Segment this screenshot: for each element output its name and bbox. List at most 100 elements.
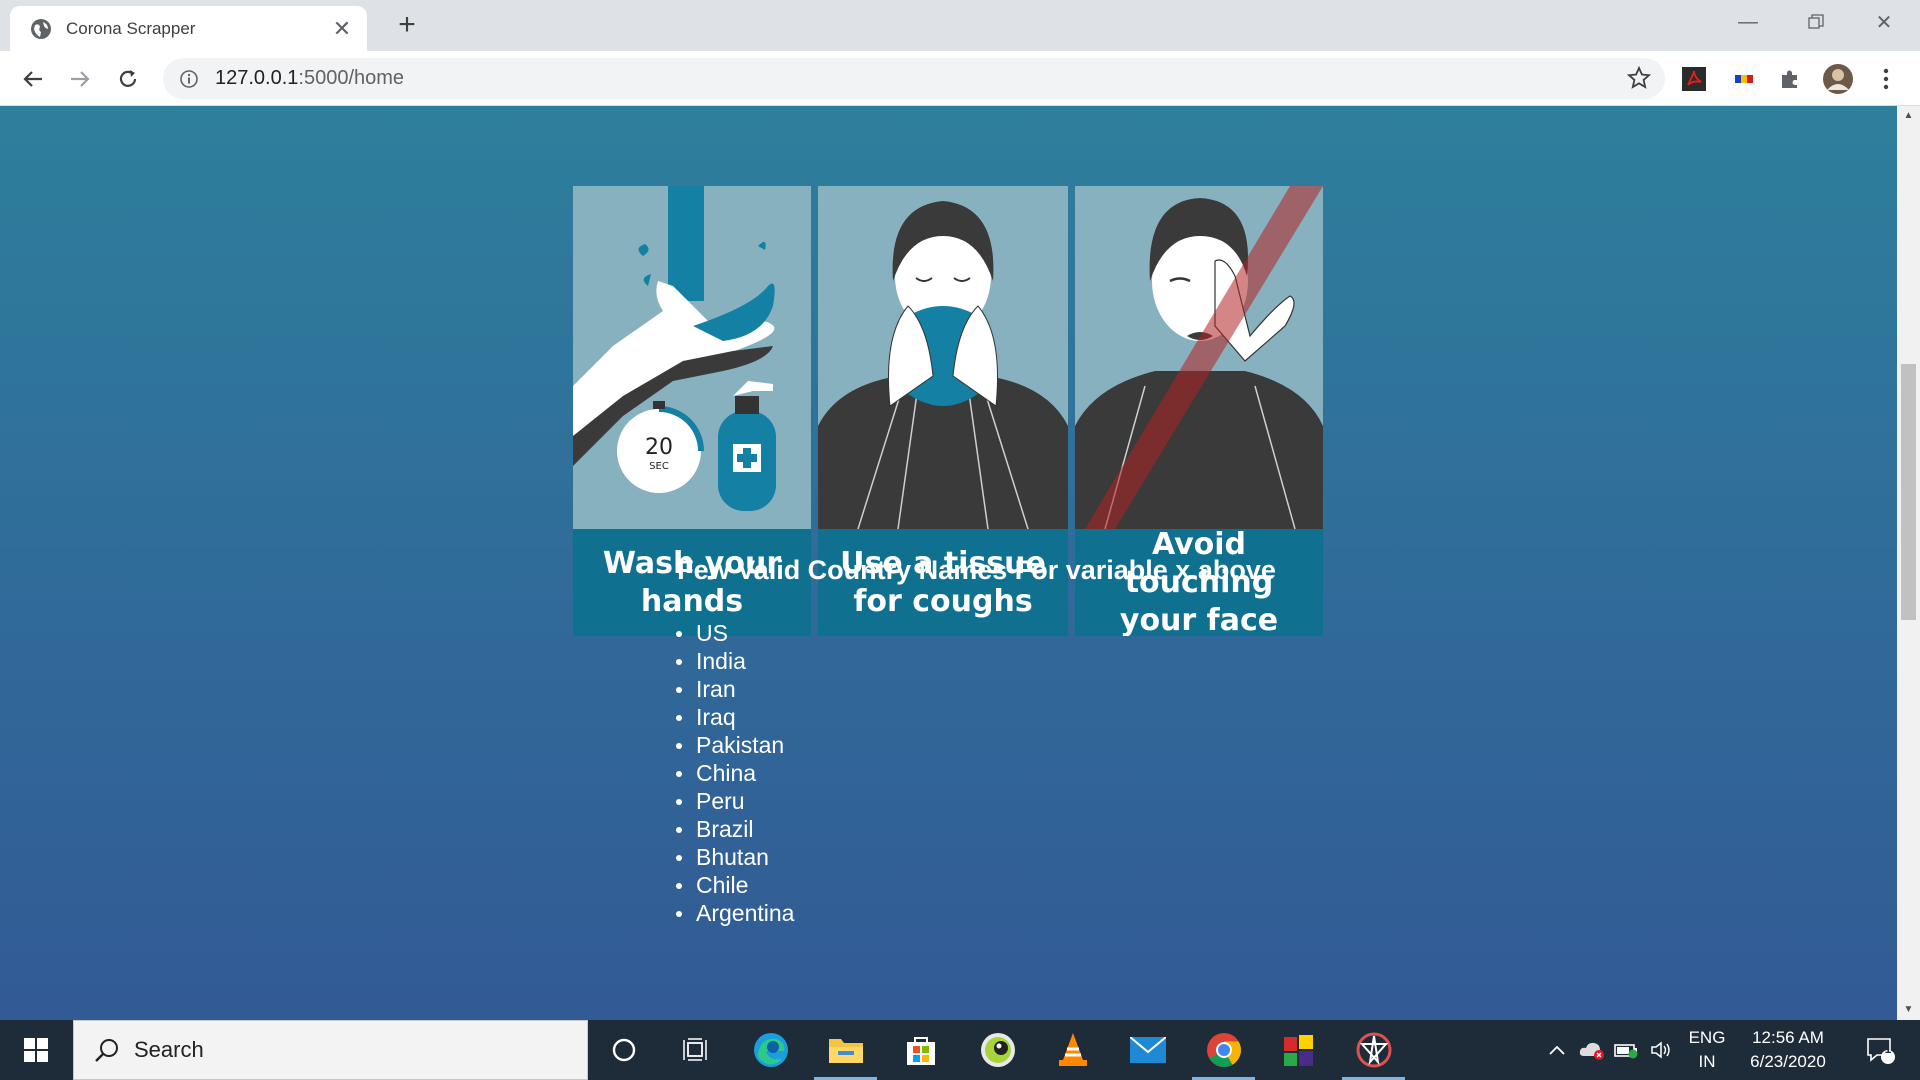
onedrive-tray-icon[interactable] xyxy=(1578,1020,1606,1080)
pdf-extension-icon[interactable] xyxy=(1678,63,1710,95)
speaker-icon xyxy=(1651,1041,1670,1059)
clock-time: 12:56 AM xyxy=(1752,1028,1824,1047)
tissue-illustration xyxy=(818,186,1068,530)
input-language-indicator[interactable]: ENG IN xyxy=(1682,1026,1732,1074)
caption-line: hands xyxy=(640,583,744,619)
battery-charging-icon xyxy=(1614,1044,1638,1059)
windows-logo-icon xyxy=(24,1038,48,1062)
system-clock[interactable]: 12:56 AM 6/23/2020 xyxy=(1733,1026,1843,1074)
battery-tray-icon[interactable] xyxy=(1613,1020,1641,1080)
chrome-taskbar-button[interactable] xyxy=(1186,1020,1261,1080)
task-view-button[interactable] xyxy=(658,1020,733,1080)
extensions-button[interactable] xyxy=(1774,63,1806,95)
page-heading: Few Valid Country Names For variable x a… xyxy=(0,555,1897,586)
search-placeholder: Search xyxy=(134,1037,204,1062)
kebab-menu-icon xyxy=(1883,68,1889,90)
windows-taskbar: Search ENG IN 12:56 AM 6/23/2020 1 xyxy=(0,1020,1920,1080)
flag-icon xyxy=(1735,75,1753,83)
cloud-error-icon xyxy=(1579,1042,1604,1060)
app-taskbar-button[interactable] xyxy=(960,1020,1035,1080)
list-item: Brazil xyxy=(676,815,794,843)
country-list: US India Iran Iraq Pakistan China Peru B… xyxy=(676,619,794,927)
show-hidden-icons-button[interactable] xyxy=(1545,1020,1569,1080)
globe-icon xyxy=(31,18,51,39)
wash-hands-illustration: 20 SEC xyxy=(573,186,811,529)
menu-button[interactable] xyxy=(1870,63,1902,95)
browser-tab[interactable]: Corona Scrapper ✕ xyxy=(10,6,367,51)
minimize-button[interactable]: — xyxy=(1714,0,1782,44)
tab-close-icon[interactable]: ✕ xyxy=(329,16,355,42)
volume-tray-icon[interactable] xyxy=(1648,1020,1676,1080)
scroll-up-icon[interactable]: ▲ xyxy=(1897,106,1920,126)
close-window-button[interactable]: ✕ xyxy=(1850,0,1918,44)
app-taskbar-button[interactable] xyxy=(1261,1020,1336,1080)
cortana-button[interactable] xyxy=(586,1020,661,1080)
list-item: Peru xyxy=(676,787,794,815)
file-explorer-taskbar-button[interactable] xyxy=(808,1020,883,1080)
scroll-down-icon[interactable]: ▼ xyxy=(1897,1000,1920,1020)
list-item: Argentina xyxy=(676,899,794,927)
list-item: Iraq xyxy=(676,703,794,731)
new-tab-button[interactable]: + xyxy=(390,8,424,42)
timer-unit: SEC xyxy=(649,461,669,472)
mail-taskbar-button[interactable] xyxy=(1110,1020,1185,1080)
mail-icon xyxy=(1129,1037,1166,1063)
timer-value: 20 xyxy=(645,435,673,460)
list-item: Pakistan xyxy=(676,731,794,759)
notification-count: 1 xyxy=(1884,1042,1892,1056)
page-viewport: 20 SEC Wash your hands Use a tissue for … xyxy=(0,106,1897,1020)
search-icon xyxy=(95,1039,118,1062)
edge-taskbar-button[interactable] xyxy=(733,1020,808,1080)
heading-text: Few Valid Country Names For variable x a… xyxy=(677,555,1276,585)
forward-button[interactable] xyxy=(63,62,97,96)
chevron-up-icon xyxy=(1549,1045,1565,1055)
colorful-app-icon xyxy=(1283,1035,1313,1066)
region-code: IN xyxy=(1698,1052,1716,1071)
edge-icon xyxy=(753,1033,788,1067)
tab-title: Corona Scrapper xyxy=(66,18,196,38)
reload-button[interactable] xyxy=(111,62,145,96)
arrow-left-icon xyxy=(23,71,42,87)
restore-button[interactable] xyxy=(1782,0,1850,44)
back-button[interactable] xyxy=(16,62,50,96)
scrollbar-thumb[interactable] xyxy=(1901,364,1916,620)
action-center-button[interactable]: 1 xyxy=(1854,1020,1906,1080)
task-view-icon xyxy=(682,1038,707,1061)
bookmark-star-icon[interactable] xyxy=(1627,66,1651,90)
restore-icon xyxy=(1808,14,1824,29)
chrome-icon xyxy=(1206,1033,1241,1067)
flag-extension-icon[interactable] xyxy=(1728,63,1760,95)
handwash-icon: 20 SEC xyxy=(573,186,776,511)
person-face-icon xyxy=(1075,186,1323,530)
tab-strip: Corona Scrapper ✕ + — ✕ xyxy=(0,0,1920,51)
profile-avatar[interactable] xyxy=(1822,63,1854,95)
person-tissue-icon xyxy=(818,201,1068,530)
vlc-taskbar-button[interactable] xyxy=(1035,1020,1110,1080)
puzzle-icon xyxy=(1782,70,1797,88)
start-button[interactable] xyxy=(0,1020,72,1080)
avatar-icon xyxy=(1823,64,1853,94)
green-app-icon xyxy=(980,1033,1015,1067)
info-icon xyxy=(180,69,198,88)
url-text: 127.0.0.1:5000/home xyxy=(215,67,404,90)
taskbar-search-box[interactable]: Search xyxy=(73,1020,588,1080)
list-item: China xyxy=(676,759,794,787)
vlc-cone-icon xyxy=(1058,1033,1087,1066)
clock-date: 6/23/2020 xyxy=(1750,1052,1826,1071)
language-code: ENG xyxy=(1688,1028,1726,1047)
app-taskbar-button[interactable] xyxy=(1336,1020,1411,1080)
browser-toolbar: 127.0.0.1:5000/home xyxy=(0,51,1920,106)
caption-line: your face xyxy=(1119,602,1279,637)
list-item: India xyxy=(676,647,794,675)
folder-icon xyxy=(828,1039,863,1063)
acrobat-icon xyxy=(1682,67,1706,91)
avoid-touching-face-illustration xyxy=(1075,186,1323,530)
address-bar[interactable]: 127.0.0.1:5000/home xyxy=(163,58,1665,99)
store-taskbar-button[interactable] xyxy=(883,1020,958,1080)
page-scrollbar[interactable]: ▲ ▼ xyxy=(1897,106,1920,1020)
arrow-right-icon xyxy=(71,71,90,87)
store-bag-icon xyxy=(906,1037,935,1065)
caption-line: for coughs xyxy=(853,583,1033,619)
list-item: US xyxy=(676,619,794,647)
cortana-circle-icon xyxy=(612,1038,635,1062)
